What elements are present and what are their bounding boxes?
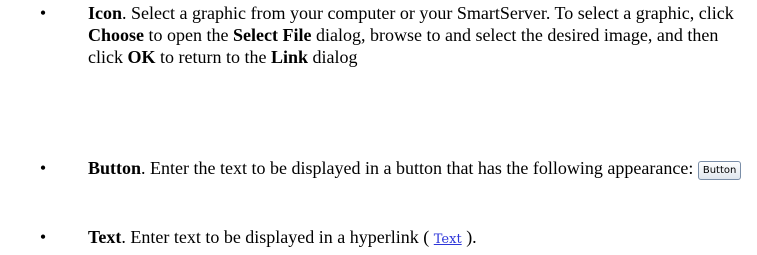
select-file-label: Select File bbox=[233, 25, 312, 45]
choose-label: Choose bbox=[88, 25, 145, 45]
text-segment: ). bbox=[461, 227, 477, 247]
bullet-text-icon: Icon. Select a graphic from your compute… bbox=[88, 2, 748, 68]
document-page: • Icon. Select a graphic from your compu… bbox=[0, 0, 757, 255]
sample-button[interactable]: Button bbox=[697, 161, 742, 181]
bullet-marker: • bbox=[39, 3, 47, 23]
bullet-text-button: Button. Enter the text to be displayed i… bbox=[88, 157, 748, 181]
term-text: Text bbox=[88, 227, 122, 247]
term-icon: Icon bbox=[88, 3, 123, 23]
bullet-text-text: Text. Enter text to be displayed in a hy… bbox=[88, 226, 748, 251]
ok-label: OK bbox=[127, 47, 156, 67]
bullet-marker: • bbox=[39, 158, 47, 178]
text-segment: to return to the bbox=[155, 47, 271, 67]
text-segment: to open the bbox=[144, 25, 233, 45]
link-label: Link bbox=[270, 47, 309, 67]
sample-hyperlink[interactable]: Text bbox=[434, 232, 462, 247]
text-segment: dialog bbox=[308, 47, 358, 67]
bullet-marker: • bbox=[39, 227, 47, 247]
text-segment: . Select a graphic from your computer or… bbox=[122, 3, 734, 23]
term-button: Button bbox=[88, 158, 142, 178]
text-segment: . Enter text to be displayed in a hyperl… bbox=[121, 227, 434, 247]
text-segment: . Enter the text to be displayed in a bu… bbox=[141, 158, 698, 178]
